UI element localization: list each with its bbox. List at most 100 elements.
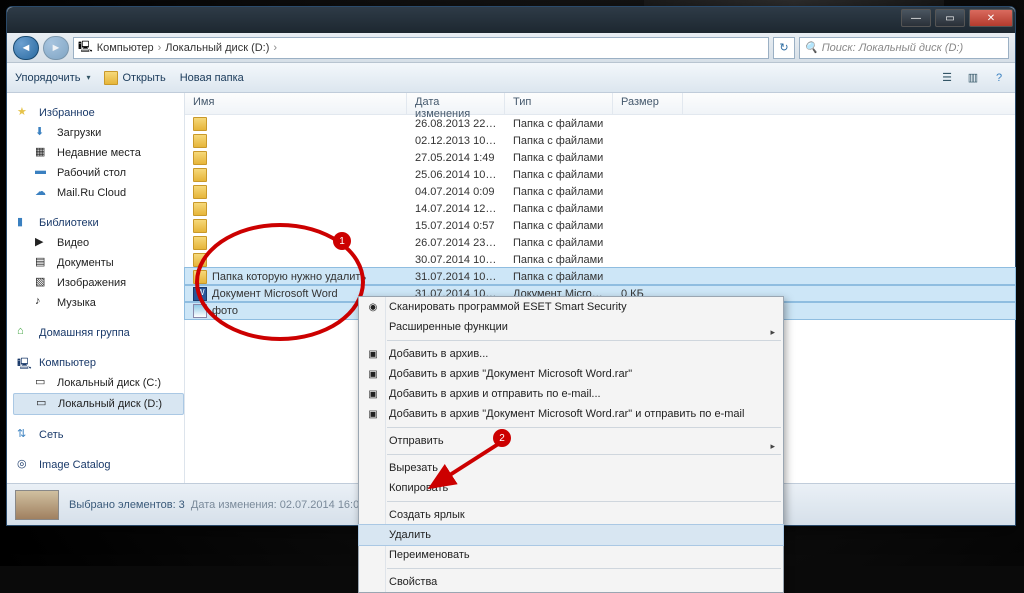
context-item[interactable]: Создать ярлык — [359, 505, 783, 525]
file-row[interactable]: 26.07.2014 23:51Папка с файлами — [185, 234, 1015, 251]
file-row[interactable]: 26.08.2013 22:26Папка с файлами — [185, 115, 1015, 132]
folder-icon — [193, 168, 207, 182]
folder-icon — [193, 185, 207, 199]
file-row[interactable]: 27.05.2014 1:49Папка с файлами — [185, 149, 1015, 166]
sidebar-group-computer[interactable]: 🖳Компьютер — [13, 353, 184, 373]
toolbar: Упорядочить Открыть Новая папка ☰ ▥ ? — [7, 63, 1015, 93]
refresh-button[interactable]: ↻ — [773, 37, 795, 59]
view-options-icon[interactable]: ☰ — [939, 70, 955, 86]
context-item[interactable]: Отправить — [359, 431, 783, 451]
column-headers[interactable]: Имя Дата изменения Тип Размер — [185, 93, 1015, 115]
context-item-icon: ▣ — [365, 366, 381, 382]
column-type[interactable]: Тип — [505, 93, 613, 114]
sidebar-item-music[interactable]: ♪Музыка — [13, 293, 184, 313]
context-item-icon: ▣ — [365, 406, 381, 422]
sidebar-group-network[interactable]: ⇅Сеть — [13, 425, 184, 445]
sidebar-group-favorites[interactable]: ★Избранное — [13, 103, 184, 123]
close-button[interactable]: ✕ — [969, 9, 1013, 27]
context-item[interactable]: Вырезать — [359, 458, 783, 478]
sidebar-item-pictures[interactable]: ▧Изображения — [13, 273, 184, 293]
sidebar-item-video[interactable]: ▶Видео — [13, 233, 184, 253]
file-row[interactable]: 25.06.2014 10:29Папка с файлами — [185, 166, 1015, 183]
sidebar-item-downloads[interactable]: ⬇Загрузки — [13, 123, 184, 143]
chevron-right-icon: › — [273, 42, 277, 54]
open-button[interactable]: Открыть — [104, 71, 165, 85]
preview-pane-icon[interactable]: ▥ — [965, 70, 981, 86]
file-type: Папка с файлами — [505, 135, 613, 147]
context-item-icon: ▣ — [365, 346, 381, 362]
breadcrumb-item[interactable]: Локальный диск (D:) — [165, 42, 269, 54]
context-item[interactable]: ◉Сканировать программой ESET Smart Secur… — [359, 297, 783, 317]
forward-button[interactable]: ► — [43, 36, 69, 60]
help-icon[interactable]: ? — [991, 70, 1007, 86]
file-type: Папка с файлами — [505, 220, 613, 232]
file-row[interactable]: 04.07.2014 0:09Папка с файлами — [185, 183, 1015, 200]
column-size[interactable]: Размер — [613, 93, 683, 114]
column-date[interactable]: Дата изменения — [407, 93, 505, 114]
file-type: Папка с файлами — [505, 118, 613, 130]
img-icon — [193, 304, 207, 318]
homegroup-icon: ⌂ — [17, 325, 33, 341]
context-item[interactable]: ▣ Добавить в архив "Документ Microsoft Wo… — [359, 404, 783, 424]
context-item-label: Копировать — [389, 482, 448, 494]
catalog-icon: ◎ — [17, 457, 33, 473]
file-type: Папка с файлами — [505, 254, 613, 266]
context-item-label: Переименовать — [389, 549, 470, 561]
maximize-button[interactable]: ▭ — [935, 9, 965, 27]
context-item[interactable]: Расширенные функции — [359, 317, 783, 337]
context-item[interactable]: Свойства — [359, 572, 783, 592]
context-menu: ◉Сканировать программой ESET Smart Secur… — [358, 296, 784, 593]
word-icon — [193, 287, 207, 301]
context-item[interactable]: ▣Добавить в архив и отправить по e-mail.… — [359, 384, 783, 404]
back-button[interactable]: ◄ — [13, 36, 39, 60]
drive-icon: ▭ — [36, 396, 52, 412]
file-date: 14.07.2014 12:58 — [407, 203, 505, 215]
column-name[interactable]: Имя — [185, 93, 407, 114]
sidebar-item-recent[interactable]: ▦Недавние места — [13, 143, 184, 163]
search-input[interactable]: 🔍 Поиск: Локальный диск (D:) — [799, 37, 1009, 59]
file-row[interactable]: 14.07.2014 12:58Папка с файлами — [185, 200, 1015, 217]
organize-button[interactable]: Упорядочить — [15, 72, 90, 84]
context-item[interactable]: Копировать — [359, 478, 783, 498]
file-row[interactable]: 30.07.2014 10:07Папка с файлами — [185, 251, 1015, 268]
sidebar-group-libraries[interactable]: ▮Библиотеки — [13, 213, 184, 233]
file-date: 26.08.2013 22:26 — [407, 118, 505, 130]
desktop-icon: ▬ — [35, 165, 51, 181]
breadcrumb[interactable]: 🖳 Компьютер › Локальный диск (D:) › — [73, 37, 769, 59]
file-row[interactable]: 02.12.2013 10:35Папка с файлами — [185, 132, 1015, 149]
minimize-button[interactable]: — — [901, 9, 931, 27]
sidebar-group-homegroup[interactable]: ⌂Домашняя группа — [13, 323, 184, 343]
cloud-icon: ☁ — [35, 185, 51, 201]
sidebar-item-documents[interactable]: ▤Документы — [13, 253, 184, 273]
star-icon: ★ — [17, 105, 33, 121]
context-item-label: Добавить в архив и отправить по e-mail..… — [389, 388, 601, 400]
status-thumbnail — [15, 490, 59, 520]
file-name: Папка которую нужно удалить — [212, 271, 366, 283]
context-item[interactable]: Удалить — [359, 525, 783, 545]
sidebar-item-mailru[interactable]: ☁Mail.Ru Cloud — [13, 183, 184, 203]
sidebar-item-desktop[interactable]: ▬Рабочий стол — [13, 163, 184, 183]
folder-icon — [193, 270, 207, 284]
sidebar-item-disk-c[interactable]: ▭Локальный диск (C:) — [13, 373, 184, 393]
file-type: Папка с файлами — [505, 152, 613, 164]
sidebar-group-imagecatalog[interactable]: ◎Image Catalog — [13, 455, 184, 475]
context-item-label: Удалить — [389, 529, 431, 541]
folder-icon — [193, 219, 207, 233]
new-folder-button[interactable]: Новая папка — [180, 72, 244, 84]
breadcrumb-item[interactable]: Компьютер — [97, 42, 154, 54]
folder-icon — [193, 151, 207, 165]
file-name: Документ Microsoft Word — [212, 288, 338, 300]
file-type: Папка с файлами — [505, 203, 613, 215]
context-item[interactable]: ▣Добавить в архив... — [359, 344, 783, 364]
file-date: 02.12.2013 10:35 — [407, 135, 505, 147]
context-item[interactable]: Переименовать — [359, 545, 783, 565]
context-separator — [387, 568, 781, 569]
file-date: 31.07.2014 10:00 — [407, 271, 505, 283]
context-item-label: Добавить в архив "Документ Microsoft Wor… — [389, 408, 744, 420]
title-bar[interactable]: — ▭ ✕ — [7, 7, 1015, 33]
file-row[interactable]: 15.07.2014 0:57Папка с файлами — [185, 217, 1015, 234]
sidebar-item-disk-d[interactable]: ▭Локальный диск (D:) — [13, 393, 184, 415]
chevron-right-icon: › — [158, 42, 162, 54]
file-row[interactable]: Папка которую нужно удалить 31.07.2014 10… — [185, 268, 1015, 285]
context-item[interactable]: ▣Добавить в архив "Документ Microsoft Wo… — [359, 364, 783, 384]
